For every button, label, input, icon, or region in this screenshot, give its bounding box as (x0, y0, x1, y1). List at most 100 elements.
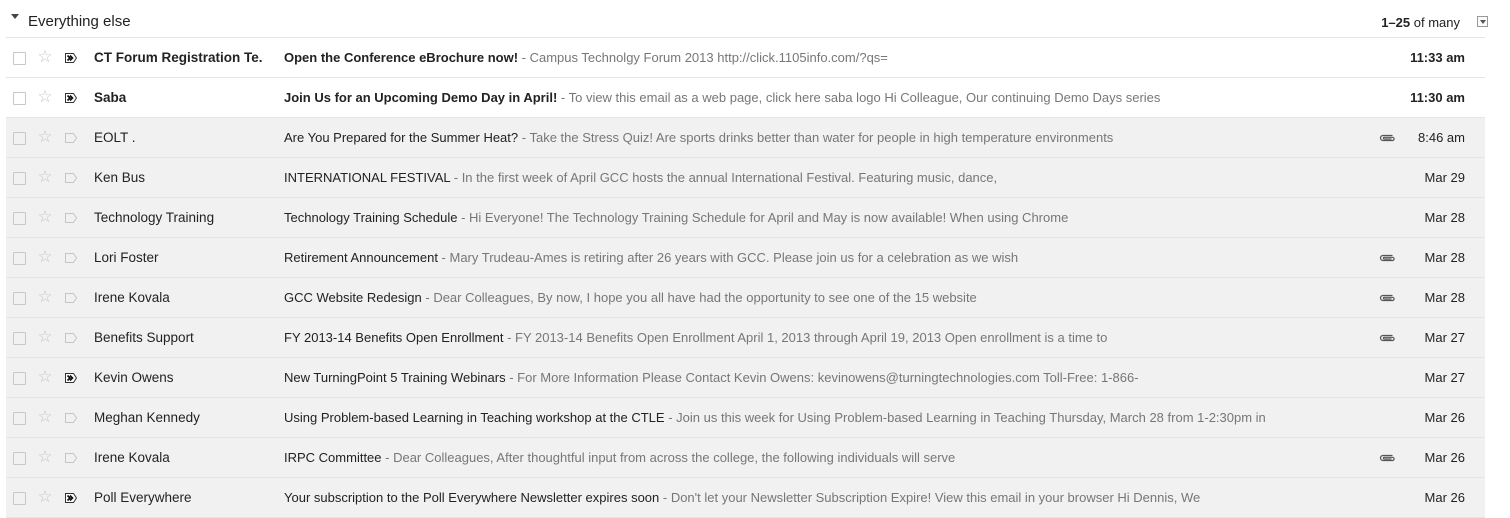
email-list: ☆ CT Forum Registration Te. Open the Confe… (6, 37, 1485, 518)
star-icon[interactable]: ☆ (36, 128, 54, 146)
email-row[interactable]: ☆ Poll Everywhere Your subscription to the… (6, 478, 1485, 518)
email-row[interactable]: ☆ Irene Kovala IRPC Committee - Dear Colle… (6, 438, 1485, 478)
importance-marker-icon[interactable] (65, 93, 77, 103)
select-checkbox[interactable] (13, 292, 26, 305)
snippet: - Dear Colleagues, By now, I hope you al… (421, 290, 977, 305)
star-icon[interactable]: ☆ (36, 88, 54, 106)
message-content: IRPC Committee - Dear Colleagues, After … (284, 450, 1364, 466)
importance-marker-icon[interactable] (65, 453, 77, 463)
star-icon[interactable]: ☆ (36, 368, 54, 386)
star-icon[interactable]: ☆ (36, 488, 54, 506)
email-row[interactable]: ☆ EOLT . Are You Prepared for the Summer H… (6, 118, 1485, 158)
snippet: - Mary Trudeau-Ames is retiring after 26… (437, 250, 1019, 265)
subject: INTERNATIONAL FESTIVAL (284, 170, 451, 185)
snippet: - In the first week of April GCC hosts t… (450, 170, 998, 185)
importance-marker-icon[interactable] (65, 373, 77, 383)
pager-of: of (1413, 15, 1425, 30)
pager-total: many (1428, 15, 1460, 30)
star-icon[interactable]: ☆ (36, 408, 54, 426)
sender-name: Ken Bus (94, 170, 146, 185)
importance-marker-icon[interactable] (65, 333, 77, 343)
importance-marker-icon[interactable] (65, 293, 77, 303)
importance-marker-icon[interactable] (65, 413, 77, 423)
received-date: 11:33 am (1410, 50, 1465, 65)
message-content: Using Problem-based Learning in Teaching… (284, 410, 1364, 426)
email-row[interactable]: ☆ Ken Bus INTERNATIONAL FESTIVAL - In the … (6, 158, 1485, 198)
email-row[interactable]: ☆ Meghan Kennedy Using Problem-based Learn… (6, 398, 1485, 438)
section-header: Everything else 1–25 of many (0, 0, 1510, 38)
sender-name: Kevin Owens (94, 370, 174, 385)
select-checkbox[interactable] (13, 212, 26, 225)
pager-dropdown-icon[interactable] (1477, 16, 1488, 27)
message-content: New TurningPoint 5 Training Webinars - F… (284, 370, 1364, 386)
select-checkbox[interactable] (13, 452, 26, 465)
received-date: Mar 27 (1424, 370, 1465, 385)
message-content: Open the Conference eBrochure now! - Cam… (284, 50, 1364, 66)
triangle-down-icon[interactable] (8, 9, 22, 23)
subject: New TurningPoint 5 Training Webinars (284, 370, 506, 385)
star-icon[interactable]: ☆ (36, 448, 54, 466)
select-checkbox[interactable] (13, 332, 26, 345)
received-date: 11:30 am (1410, 90, 1465, 105)
select-checkbox[interactable] (13, 492, 26, 505)
message-content: Technology Training Schedule - Hi Everyo… (284, 210, 1364, 226)
sender-name: EOLT . (94, 130, 136, 145)
sender-name: Technology Training (94, 210, 215, 225)
sender-name: Lori Foster (94, 250, 159, 265)
importance-marker-icon[interactable] (65, 173, 77, 183)
email-row[interactable]: ☆ Saba Join Us for an Upcoming Demo Day in… (6, 78, 1485, 118)
select-checkbox[interactable] (13, 92, 26, 105)
message-content: Retirement Announcement - Mary Trudeau-A… (284, 250, 1364, 266)
message-content: Join Us for an Upcoming Demo Day in Apri… (284, 90, 1364, 106)
snippet: - To view this email as a web page, clic… (557, 90, 1161, 105)
select-checkbox[interactable] (13, 172, 26, 185)
email-row[interactable]: ☆ Irene Kovala GCC Website Redesign - Dear… (6, 278, 1485, 318)
star-icon[interactable]: ☆ (36, 208, 54, 226)
sender-name: Meghan Kennedy (94, 410, 200, 425)
snippet: - For More Information Please Contact Ke… (505, 370, 1139, 385)
importance-marker-icon[interactable] (65, 53, 77, 63)
section-title[interactable]: Everything else (28, 12, 131, 32)
select-checkbox[interactable] (13, 252, 26, 265)
snippet: - Join us this week for Using Problem-ba… (664, 410, 1266, 425)
select-checkbox[interactable] (13, 132, 26, 145)
pager-range: 1–25 (1381, 15, 1411, 30)
email-row[interactable]: ☆ Lori Foster Retirement Announcement - Ma… (6, 238, 1485, 278)
star-icon[interactable]: ☆ (36, 168, 54, 186)
email-row[interactable]: ☆ Benefits Support FY 2013-14 Benefits Ope… (6, 318, 1485, 358)
paperclip-icon (1378, 332, 1396, 344)
select-checkbox[interactable] (13, 52, 26, 65)
importance-marker-icon[interactable] (65, 213, 77, 223)
subject: FY 2013-14 Benefits Open Enrollment (284, 330, 504, 345)
importance-marker-icon[interactable] (65, 133, 77, 143)
sender-name: CT Forum Registration Te. (94, 50, 263, 65)
star-icon[interactable]: ☆ (36, 328, 54, 346)
received-date: Mar 28 (1424, 250, 1465, 265)
received-date: Mar 26 (1424, 490, 1465, 505)
email-row[interactable]: ☆ Kevin Owens New TurningPoint 5 Training … (6, 358, 1485, 398)
select-checkbox[interactable] (13, 372, 26, 385)
importance-marker-icon[interactable] (65, 253, 77, 263)
message-content: Are You Prepared for the Summer Heat? - … (284, 130, 1364, 146)
received-date: Mar 28 (1424, 210, 1465, 225)
subject: Your subscription to the Poll Everywhere… (284, 490, 660, 505)
snippet: - Take the Stress Quiz! Are sports drink… (518, 130, 1114, 145)
received-date: Mar 26 (1424, 450, 1465, 465)
importance-marker-icon[interactable] (65, 493, 77, 503)
received-date: Mar 26 (1424, 410, 1465, 425)
email-row[interactable]: ☆ Technology Training Technology Training … (6, 198, 1485, 238)
star-icon[interactable]: ☆ (36, 288, 54, 306)
received-date: Mar 29 (1424, 170, 1465, 185)
subject: Retirement Announcement (284, 250, 438, 265)
received-date: Mar 27 (1424, 330, 1465, 345)
snippet: - FY 2013-14 Benefits Open Enrollment Ap… (503, 330, 1108, 345)
sender-name: Poll Everywhere (94, 490, 192, 505)
email-row[interactable]: ☆ CT Forum Registration Te. Open the Confe… (6, 37, 1485, 78)
snippet: - Dear Colleagues, After thoughtful inpu… (381, 450, 956, 465)
star-icon[interactable]: ☆ (36, 48, 54, 66)
sender-name: Irene Kovala (94, 450, 170, 465)
select-checkbox[interactable] (13, 412, 26, 425)
sender-name: Saba (94, 90, 127, 105)
message-content: GCC Website Redesign - Dear Colleagues, … (284, 290, 1364, 306)
star-icon[interactable]: ☆ (36, 248, 54, 266)
